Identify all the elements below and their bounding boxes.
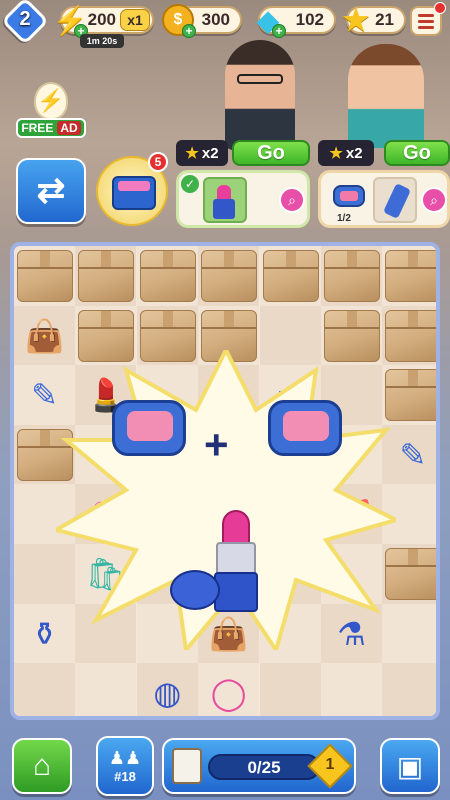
board-cell[interactable]: ◯ [198,663,260,716]
hair-brush-icon [382,183,412,219]
cardboard-box-icon [201,250,258,302]
order-1-slot-lipstick [203,177,247,223]
plus-icon: + [204,421,229,468]
check-icon: ✓ [181,175,199,193]
order-1-go-button[interactable]: Go [232,140,310,166]
order-2-progress: 1/2 [337,213,351,224]
cardboard-box-icon [385,250,436,302]
compact-item-right [268,400,342,456]
free-ad-button[interactable]: ⚡ FREE AD [16,82,86,138]
task-progress-bar[interactable]: 0/25 1 [162,738,356,794]
add-coins-icon[interactable]: + [182,24,196,38]
lipstick-result-item [168,508,278,618]
compact-item-left [112,400,186,456]
energy-counter[interactable]: ⚡ + 200 x1 [53,5,154,38]
top-bar: 2 ⚡ + 200 x1 1m 20s $ + 300 ◆ + 102 ★ 21 [0,0,450,48]
energy-timer: 1m 20s [80,34,124,48]
inventory-count-badge: 5 [148,152,168,172]
board-cell[interactable]: ◍ [136,663,198,716]
cardboard-box-icon [139,250,196,302]
coin-counter[interactable]: $ + 300 [162,4,242,38]
board-cell[interactable] [259,663,321,716]
order-2-slot-palette [327,179,371,213]
board-cell[interactable] [382,663,436,716]
board-cell[interactable] [14,246,75,307]
star-value: 21 [375,10,394,29]
board-cell[interactable] [382,246,436,307]
order-2-reward: ★ x2 [318,140,374,166]
clipboard-icon [172,748,202,784]
storage-box-button[interactable]: ▣ [380,738,440,794]
free-label: FREE [21,121,54,135]
compact-palette-icon [333,185,365,207]
lipstick-icon [217,185,231,199]
board-cell[interactable] [75,246,137,307]
board-cell[interactable] [321,663,382,716]
team-level-value: #18 [114,769,136,784]
people-icon: ♟♟ [108,748,142,768]
bottom-bar: ⌂ ♟♟ #18 0/25 1 ▣ [0,730,450,800]
cardboard-box-icon [262,250,319,302]
add-gems-icon[interactable]: + [272,24,286,38]
hair-tie-icon: ◯ [210,675,247,712]
makeup-case-icon [112,176,156,210]
board-cell[interactable] [75,663,137,716]
star-icon: ★ [185,145,199,162]
order-2-slot-brush [373,177,417,223]
cycle-orders-button[interactable]: ⇄ [16,158,86,224]
board-cell[interactable] [198,246,260,307]
box-icon: ▣ [396,750,424,782]
cardboard-box-icon [17,250,73,302]
customer-avatar-woman [348,44,424,148]
home-button[interactable]: ⌂ [12,738,72,794]
board-cell[interactable] [321,246,382,307]
gem-counter[interactable]: ◆ + 102 [257,5,336,38]
lightning-egg-icon: ⚡ [34,82,68,120]
order-card-2[interactable]: ★ x2 Go 1/2 ⌕ [318,140,450,228]
player-level-value: 2 [19,8,31,30]
order-1-reward: ★ x2 [176,140,228,166]
star-icon: ★ [329,145,343,162]
order-card-1[interactable]: ★ x2 Go ✓ ⌕ [176,140,310,228]
task-level-value: 1 [325,756,335,773]
coin-value: 300 [201,10,230,29]
progress-text: 0/25 [247,758,281,777]
board-cell[interactable] [14,663,75,716]
cardboard-box-icon [78,250,135,302]
order-2-panel: 1/2 ⌕ [318,170,450,228]
notification-dot [434,2,446,14]
energy-multiplier[interactable]: x1 [120,9,150,31]
customer-avatar-man [225,40,295,150]
energy-value: 200 [87,10,116,29]
board-cell[interactable] [136,246,198,307]
cardboard-box-icon [324,250,380,302]
board-cell[interactable] [259,246,321,307]
order-1-panel: ✓ ⌕ [176,170,310,228]
magnifier-icon[interactable]: ⌕ [421,187,447,213]
swap-arrows-icon: ⇄ [36,172,66,210]
star-counter[interactable]: ★ 21 [343,4,406,37]
order-2-go-button[interactable]: Go [384,140,450,166]
gem-value: 102 [295,10,324,29]
star-icon: ★ [342,3,370,37]
cream-jar-icon: ◍ [153,675,182,712]
ad-label: AD [57,121,81,135]
house-icon: ⌂ [32,749,52,782]
team-level-button[interactable]: ♟♟ #18 [96,736,154,796]
hamburger-icon [418,19,434,23]
magnifier-icon[interactable]: ⌕ [279,187,305,213]
